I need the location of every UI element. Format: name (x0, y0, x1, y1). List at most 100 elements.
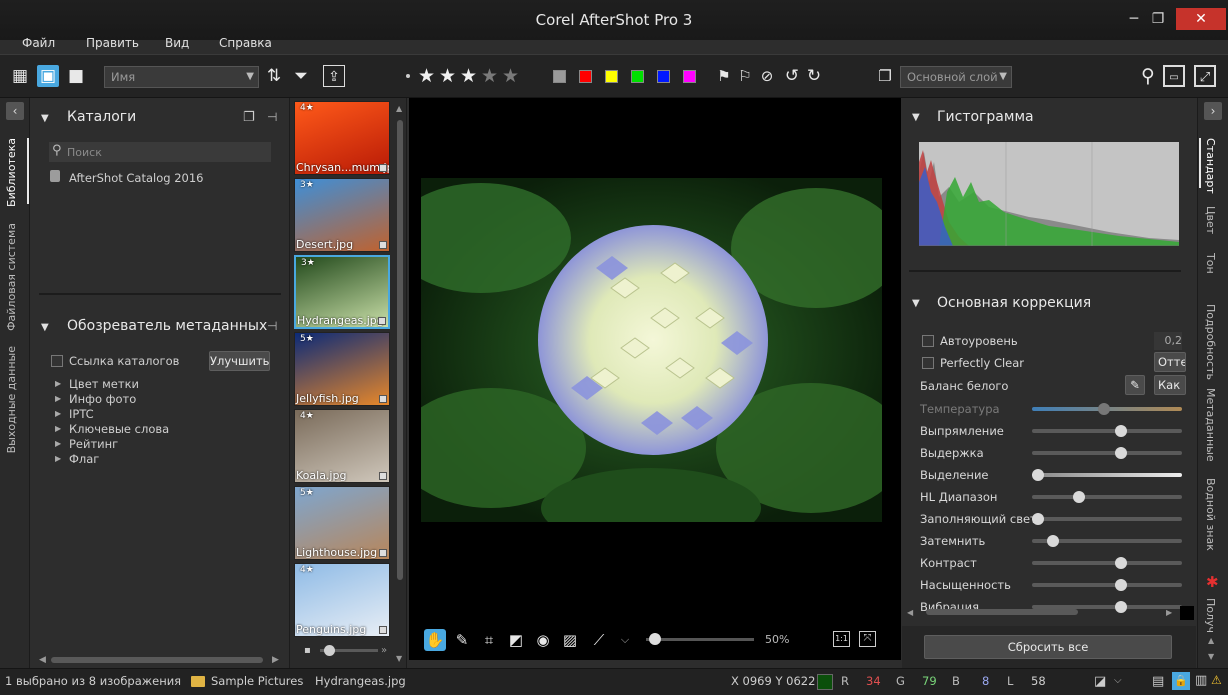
catalog-item[interactable]: AfterShot Catalog 2016 (69, 171, 204, 185)
pin-icon[interactable]: ⊣ (267, 319, 277, 333)
expand-arrow-icon[interactable]: ▶ (55, 394, 61, 403)
lock-icon[interactable]: 🔒 (1172, 672, 1190, 690)
panels-icon[interactable]: ▥ (1195, 673, 1207, 688)
tab-file-system[interactable]: Файловая система (5, 223, 25, 331)
scroll-right-icon[interactable]: ▶ (1166, 608, 1172, 617)
flag-reject-icon[interactable]: ⚐ (734, 65, 756, 87)
catalog-search-box[interactable]: ⚲ Поиск (49, 142, 271, 162)
main-photo[interactable] (421, 178, 882, 522)
color-label-swatch[interactable] (631, 70, 644, 83)
autolevel-value-field[interactable]: 0,2 (1154, 332, 1182, 350)
layout-icon[interactable]: ▤ (1152, 674, 1164, 689)
close-button[interactable]: ✕ (1176, 8, 1226, 30)
layer-select[interactable]: Основной слой ▼ (900, 66, 1012, 88)
collapse-triangle-icon[interactable]: ▼ (912, 298, 920, 309)
tab-library[interactable]: Библиотека (5, 138, 25, 207)
actual-size-button[interactable]: 1:1 (833, 631, 850, 647)
rating-star-icon[interactable]: ★ (481, 65, 498, 87)
adjust-tab[interactable]: Получ (1204, 598, 1217, 633)
thumbnail[interactable]: 5★ Jellyfish.jpg (294, 332, 390, 406)
collapse-triangle-icon[interactable]: ▼ (41, 113, 49, 124)
hand-tool-icon[interactable]: ✋ (424, 629, 446, 651)
thumb-size-slider[interactable] (320, 645, 378, 656)
scroll-left-icon[interactable]: ◀ (39, 655, 46, 665)
color-label-swatch[interactable] (683, 70, 696, 83)
straighten-icon[interactable]: ◩ (505, 629, 527, 651)
adjust-slider[interactable] (1032, 491, 1182, 503)
adjust-slider[interactable] (1032, 403, 1182, 415)
copy-settings-icon[interactable]: ❐ (874, 65, 896, 87)
metadata-tree-item[interactable]: Цвет метки (69, 377, 139, 391)
sort-order-icon[interactable]: ⇅ (263, 65, 285, 87)
slider-knob[interactable] (1047, 535, 1059, 547)
slider-knob[interactable] (1114, 579, 1127, 591)
slider-knob[interactable] (1114, 447, 1127, 459)
brush-icon[interactable]: ⟋ (588, 629, 610, 651)
autolevel-checkbox[interactable] (922, 335, 934, 347)
filmstrip-view-icon[interactable]: ▣ (37, 65, 59, 87)
metadata-tree-item[interactable]: Рейтинг (69, 437, 118, 451)
adjust-slider[interactable] (1032, 579, 1182, 591)
adjust-tab[interactable]: Водной знак (1204, 478, 1217, 551)
expand-arrow-icon[interactable]: ▶ (55, 379, 61, 388)
slider-knob[interactable] (324, 645, 335, 656)
adjust-slider[interactable] (1032, 447, 1182, 459)
adjust-tab[interactable]: Цвет (1204, 206, 1217, 234)
thumbnail[interactable]: 5★ Lighthouse.jpg (294, 486, 390, 560)
metadata-tree-item[interactable]: Инфо фото (69, 392, 136, 406)
clipping-icon[interactable]: ◪ (1094, 674, 1106, 689)
adjust-tab[interactable]: Подробность (1204, 304, 1217, 380)
color-label-swatch[interactable] (553, 70, 566, 83)
zoom-slider[interactable] (646, 633, 754, 645)
rating-star-icon[interactable]: ★ (502, 65, 519, 87)
adjust-slider[interactable] (1032, 425, 1182, 437)
collapse-right-icon[interactable]: › (1204, 102, 1222, 120)
metadata-tree-item[interactable]: IPTC (69, 407, 94, 421)
expand-arrow-icon[interactable]: ▶ (55, 454, 61, 463)
menu-edit[interactable]: Править (86, 36, 139, 50)
slider-knob[interactable] (1072, 491, 1085, 503)
filter-icon[interactable]: ⏷ (290, 65, 312, 87)
perfect-clear-settings-button[interactable]: Отте (1154, 352, 1186, 372)
scroll-left-icon[interactable]: ◀ (907, 608, 913, 617)
scroll-right-icon[interactable]: ▶ (272, 655, 279, 665)
adjust-tab[interactable]: Стандарт (1204, 138, 1217, 194)
thumbnail[interactable]: 4★ Koala.jpg (294, 409, 390, 483)
pin-icon[interactable]: ⊣ (267, 110, 277, 124)
reset-all-button[interactable]: Сбросить все (924, 635, 1172, 659)
menu-file[interactable]: Файл (22, 36, 55, 50)
perfect-clear-checkbox[interactable] (922, 357, 934, 369)
color-label-swatch[interactable] (579, 70, 592, 83)
metadata-tree-item[interactable]: Ключевые слова (69, 422, 169, 436)
scroll-up-icon[interactable]: ▲ (396, 104, 402, 113)
eyedropper-icon[interactable]: ✎ (451, 629, 473, 651)
thumbnail[interactable]: 3★ Hydrangeas.jpg (294, 255, 390, 329)
fit-screen-icon[interactable]: ⤧ (859, 631, 876, 647)
warning-icon[interactable]: ⚠ (1211, 673, 1222, 687)
expand-arrow-icon[interactable]: ▶ (55, 424, 61, 433)
scroll-down-icon[interactable]: ▼ (1208, 652, 1214, 661)
slider-knob[interactable] (1032, 469, 1044, 481)
white-balance-select[interactable]: Как с (1154, 375, 1186, 395)
rating-star-icon[interactable]: ★ (418, 65, 435, 87)
slideshow-icon[interactable]: ▭ (1163, 65, 1185, 87)
search-icon[interactable]: ⚲ (1137, 65, 1159, 87)
expand-arrow-icon[interactable]: ▶ (55, 439, 61, 448)
horizontal-scrollbar[interactable] (926, 609, 1078, 615)
rating-star-icon[interactable]: ★ (460, 65, 477, 87)
menu-view[interactable]: Вид (165, 36, 189, 50)
retouch-icon[interactable]: ▨ (559, 629, 581, 651)
single-view-icon[interactable]: ■ (65, 65, 87, 87)
slider-knob[interactable] (1114, 601, 1127, 613)
grid-view-icon[interactable]: ▦ (9, 65, 31, 87)
chevron-down-icon[interactable]: ⌵ (614, 629, 636, 651)
expand-arrow-icon[interactable]: ▶ (55, 409, 61, 418)
menu-help[interactable]: Справка (219, 36, 272, 50)
metadata-tree-item[interactable]: Флаг (69, 452, 99, 466)
thumbnail[interactable]: 4★ Chrysan...mum.jpg (294, 101, 390, 175)
rotate-right-icon[interactable]: ↻ (803, 65, 825, 87)
adjust-slider[interactable] (1032, 535, 1182, 547)
collapse-triangle-icon[interactable]: ▼ (41, 322, 49, 333)
clear-flag-icon[interactable]: ⊘ (756, 65, 778, 87)
adjust-slider[interactable] (1032, 469, 1182, 481)
